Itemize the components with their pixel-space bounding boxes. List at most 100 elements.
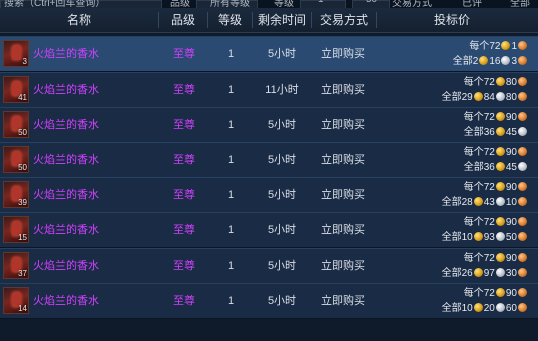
total-silver-amount: 45 [505,162,517,173]
item-name[interactable]: 火焰兰的香水 [33,73,153,107]
each-gold-amount: 72 [483,253,495,264]
reviewed-filter-label[interactable]: 已评 [462,0,482,8]
item-grade: 至尊 [173,119,195,131]
perfume-item-icon[interactable]: 41 [3,76,29,103]
trade-filter-label: 交易方式 [392,0,432,8]
column-header-level[interactable]: 等级 [208,8,252,32]
column-header-price[interactable]: 投标价 [377,8,527,32]
perfume-item-icon[interactable]: 14 [3,287,29,314]
item-grade: 至尊 [173,295,195,307]
trade-method: 立即购买 [321,119,365,131]
silver-coin-icon [495,268,505,277]
item-grade: 至尊 [173,189,195,201]
item-name[interactable]: 火焰兰的香水 [33,143,153,177]
gold-coin-icon [495,112,505,121]
item-name[interactable]: 火焰兰的香水 [33,213,153,247]
gold-coin-icon [479,56,489,65]
each-gold-amount: 72 [489,41,501,52]
item-name[interactable]: 火焰兰的香水 [33,178,153,212]
item-name[interactable]: 火焰兰的香水 [33,249,153,283]
total-silver-amount: 43 [483,197,495,208]
gold-coin-icon [473,232,483,241]
item-name[interactable]: 火焰兰的香水 [33,37,153,71]
trade-method: 立即购买 [321,48,365,60]
total-silver-amount: 45 [505,127,517,138]
unit-price: 每个72 90 [464,111,528,125]
remaining-time: 5小时 [267,224,297,236]
perfume-item-icon[interactable]: 37 [3,252,29,279]
each-gold-amount: 72 [483,288,495,299]
trade-method: 立即购买 [321,224,365,236]
table-header: 名称 品级 等级 剩余时间 交易方式 投标价 [0,8,538,33]
copper-coin-icon [518,217,527,226]
listing-row[interactable]: 15 火焰兰的香水 至尊 1 5小时 立即购买 每个72 90 全部10 93 50 [0,212,538,248]
gold-coin-icon [495,147,505,156]
trade-method: 立即购买 [321,189,365,201]
unit-price-label: 每个 [463,182,484,193]
unit-price: 每个72 1 [469,40,528,54]
stack-count: 39 [18,198,27,207]
unit-price-label: 每个 [469,41,490,52]
perfume-item-icon[interactable]: 39 [3,181,29,208]
listing-row[interactable]: 14 火焰兰的香水 至尊 1 5小时 立即购买 每个72 90 全部10 20 60 [0,283,538,319]
trade-method: 立即购买 [321,295,365,307]
copper-coin-icon [518,268,527,277]
unit-price: 每个72 90 [464,216,528,230]
copper-coin-icon [518,253,527,262]
stack-count: 41 [18,93,27,102]
perfume-item-icon[interactable]: 15 [3,216,29,243]
stack-count: 50 [18,128,27,137]
total-gold-amount: 10 [461,303,473,314]
perfume-item-icon[interactable]: 3 [3,40,29,67]
listing-row[interactable]: 39 火焰兰的香水 至尊 1 5小时 立即购买 每个72 90 全部28 43 10 [0,177,538,213]
copper-coin-icon [518,147,527,156]
gold-coin-icon [473,303,483,312]
listing-row[interactable]: 41 火焰兰的香水 至尊 1 11小时 立即购买 每个72 80 全部29 84 80 [0,72,538,108]
item-level: 1 [227,295,235,307]
copper-coin-icon [518,182,527,191]
stack-count: 3 [22,57,27,66]
silver-coin-icon [501,56,511,65]
level-filter-label: 等级 [274,0,294,8]
column-header-time[interactable]: 剩余时间 [253,8,311,32]
perfume-item-icon[interactable]: 50 [3,146,29,173]
listing-row[interactable]: 50 火焰兰的香水 至尊 1 5小时 立即购买 每个72 90 全部36 45 [0,107,538,143]
total-silver-amount: 93 [483,232,495,243]
gold-coin-icon [495,182,505,191]
grade-filter-label: 品级 [170,0,190,8]
total-gold-amount: 36 [483,162,495,173]
remaining-time: 5小时 [267,260,297,272]
unit-price-label: 每个 [463,288,484,299]
item-level: 1 [227,84,235,96]
total-silver-amount: 16 [489,56,501,67]
all-filter-label[interactable]: 全部 [510,0,530,8]
total-gold-amount: 36 [483,127,495,138]
listing-row[interactable]: 37 火焰兰的香水 至尊 1 5小时 立即购买 每个72 90 全部26 97 30 [0,248,538,284]
item-level: 1 [227,119,235,131]
item-level: 1 [227,48,235,60]
total-price-label: 全部 [441,92,462,103]
listing-row[interactable]: 3 火焰兰的香水 至尊 1 5小时 立即购买 每个72 1 全部2 16 3 [0,36,538,72]
silver-coin-icon [495,197,505,206]
total-silver-amount: 20 [483,303,495,314]
total-price: 全部36 45 [464,126,528,140]
listing-row[interactable]: 50 火焰兰的香水 至尊 1 5小时 立即购买 每个72 90 全部36 45 [0,142,538,178]
total-copper-amount: 10 [505,197,517,208]
column-header-trade[interactable]: 交易方式 [312,8,376,32]
unit-price-label: 每个 [463,77,484,88]
filter-bar: 搜索（Ctrl+回车查询） 品级 所有等级 等级 1 50 交易方式 已评 全部 [0,0,538,8]
copper-coin-icon [518,77,527,86]
unit-price-label: 每个 [463,253,484,264]
total-price: 全部10 20 60 [442,302,528,316]
remaining-time: 11小时 [265,84,299,96]
each-silver-amount: 1 [511,41,517,52]
item-name[interactable]: 火焰兰的香水 [33,284,153,318]
silver-coin-icon [518,162,527,171]
column-header-grade[interactable]: 品级 [159,8,207,32]
item-grade: 至尊 [173,84,195,96]
total-copper-amount: 3 [511,56,517,67]
item-name[interactable]: 火焰兰的香水 [33,108,153,142]
column-header-name[interactable]: 名称 [0,8,158,32]
each-gold-amount: 72 [483,112,495,123]
perfume-item-icon[interactable]: 50 [3,111,29,138]
